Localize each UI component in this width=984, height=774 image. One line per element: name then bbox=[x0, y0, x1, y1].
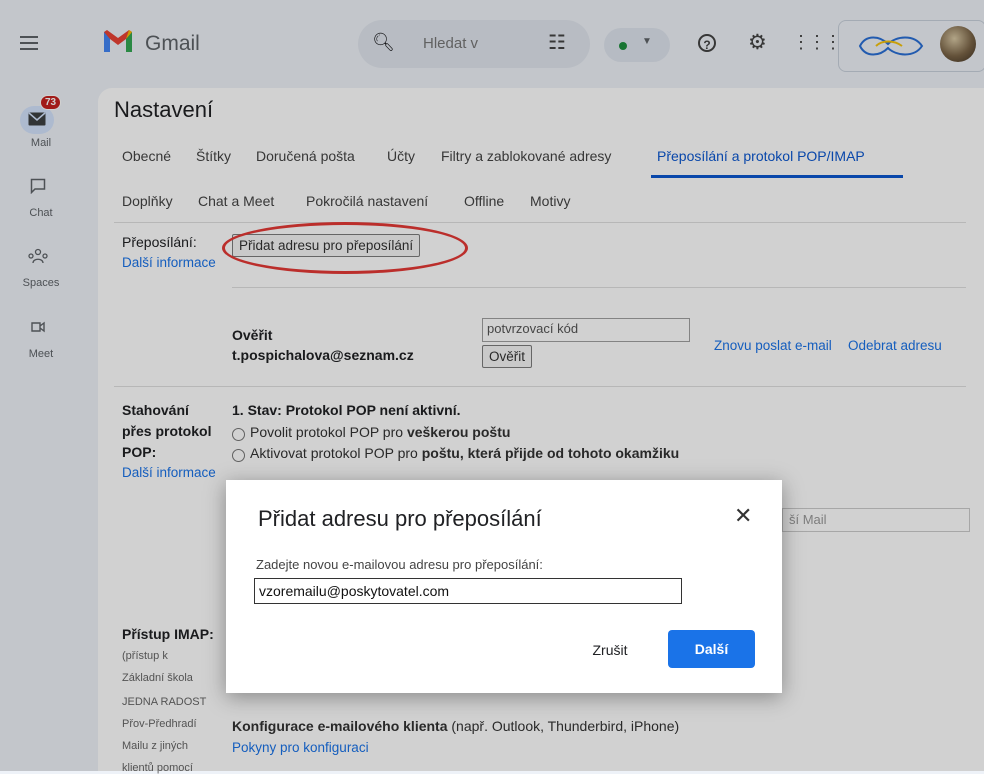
dialog-input-label: Zadejte novou e-mailovou adresu pro přep… bbox=[256, 557, 543, 572]
next-button[interactable]: Další bbox=[668, 630, 755, 668]
forwarding-email-input[interactable] bbox=[254, 578, 682, 604]
dialog-title: Přidat adresu pro přeposílání bbox=[258, 506, 542, 531]
close-icon[interactable]: ✕ bbox=[734, 503, 752, 529]
cancel-button[interactable]: Zrušit bbox=[568, 632, 652, 668]
